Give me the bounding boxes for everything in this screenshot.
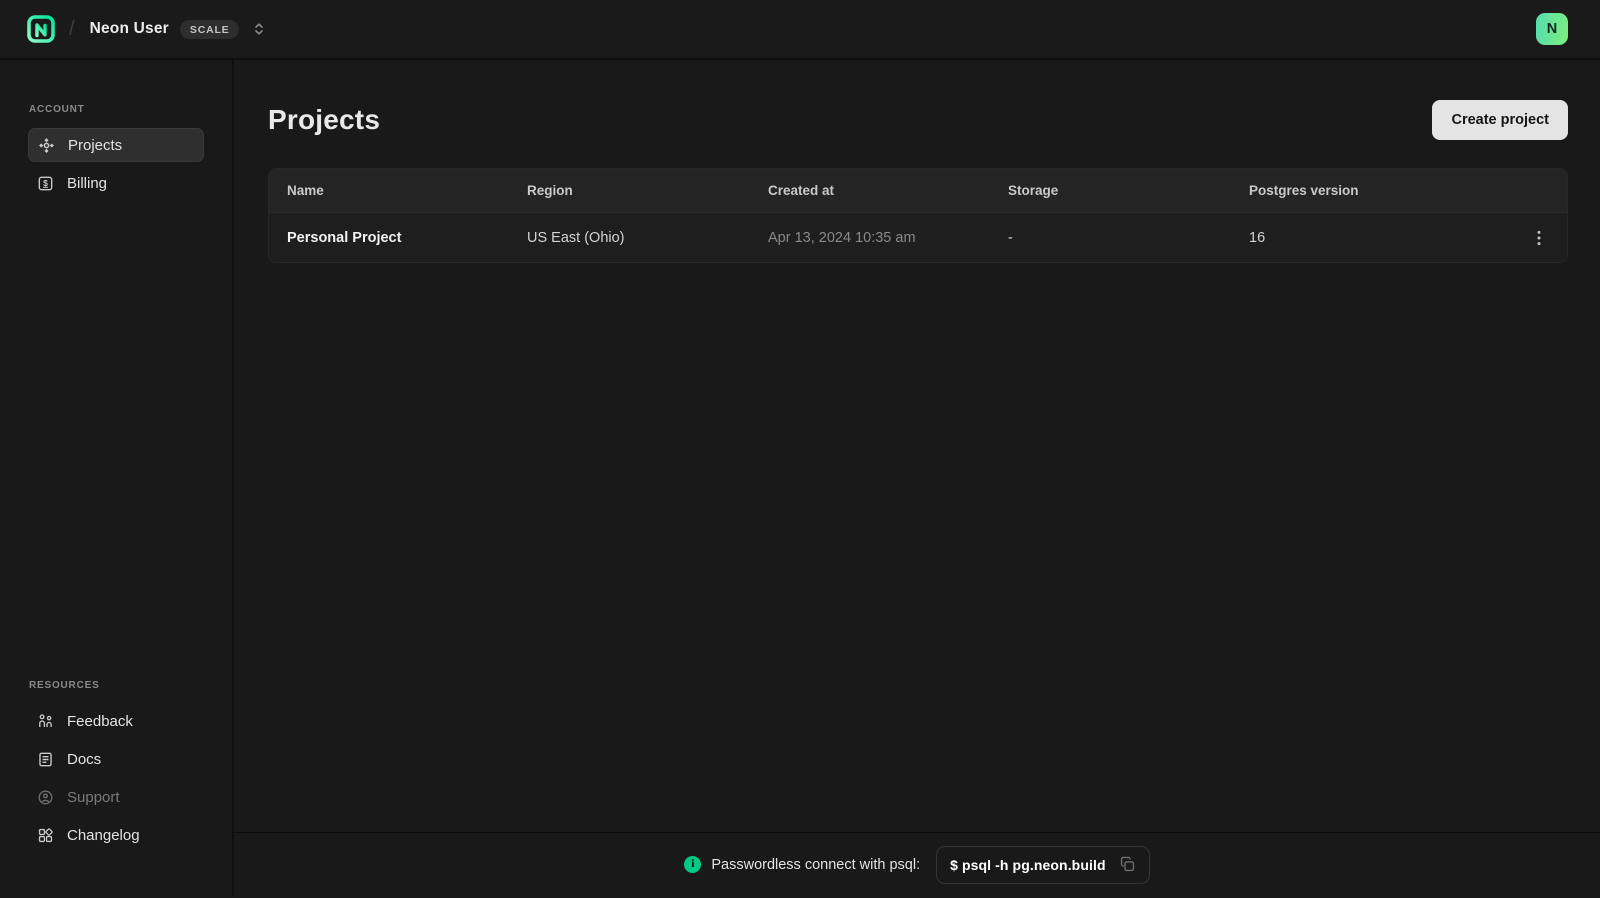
project-postgres-version-cell: 16: [1249, 229, 1266, 246]
chevron-updown-icon: [252, 22, 266, 36]
sidebar-item-changelog[interactable]: Changelog: [28, 818, 204, 852]
title-row: Projects Create project: [268, 100, 1568, 140]
sidebar-item-label: Billing: [67, 174, 108, 192]
sidebar-item-label: Docs: [67, 750, 102, 768]
row-actions-button[interactable]: [1524, 223, 1554, 253]
sidebar-resources-section: RESOURCES Feedback Docs Support Changelo…: [28, 680, 204, 856]
main-content: Projects Create project Name Region Crea…: [234, 60, 1600, 832]
sidebar-item-label: Feedback: [67, 712, 133, 730]
table-row[interactable]: Personal Project US East (Ohio) Apr 13, …: [269, 212, 1567, 262]
sidebar-section-resources-label: RESOURCES: [29, 680, 100, 691]
column-header-name: Name: [287, 183, 324, 198]
svg-text:$: $: [43, 178, 48, 188]
column-header-region: Region: [527, 183, 573, 198]
project-created-at-cell: Apr 13, 2024 10:35 am: [768, 229, 916, 246]
table-header-row: Name Region Created at Storage Postgres …: [269, 169, 1567, 212]
sidebar-item-label: Support: [67, 788, 120, 806]
psql-command-box[interactable]: $ psql -h pg.neon.build: [936, 845, 1150, 884]
sidebar-item-feedback[interactable]: Feedback: [28, 704, 204, 738]
sidebar-item-support[interactable]: Support: [28, 780, 204, 814]
changelog-icon: [37, 827, 54, 844]
plan-badge: SCALE: [179, 19, 240, 39]
billing-icon: $: [37, 175, 54, 192]
org-name[interactable]: Neon User: [90, 20, 169, 38]
user-avatar[interactable]: N: [1536, 13, 1568, 45]
project-storage-cell: -: [1008, 229, 1013, 246]
projects-table: Name Region Created at Storage Postgres …: [268, 168, 1568, 263]
sidebar-item-billing[interactable]: $ Billing: [28, 166, 204, 200]
create-project-button[interactable]: Create project: [1432, 100, 1568, 140]
sidebar-item-projects[interactable]: Projects: [28, 128, 204, 162]
topbar: / Neon User SCALE N: [0, 0, 1600, 60]
sidebar-item-label: Changelog: [67, 826, 140, 844]
info-icon: i: [684, 856, 702, 873]
column-header-postgres-version: Postgres version: [1249, 183, 1359, 198]
sidebar: ACCOUNT Projects $ Billing RESOURCES Fee…: [0, 60, 234, 896]
support-icon: [37, 789, 54, 806]
footer-connect-bar: i Passwordless connect with psql: $ psql…: [234, 832, 1600, 896]
column-header-created-at: Created at: [768, 183, 835, 198]
org-switcher-button[interactable]: [252, 22, 266, 36]
project-region-cell: US East (Ohio): [527, 229, 625, 246]
breadcrumb-separator: /: [69, 17, 75, 40]
footer-message: Passwordless connect with psql:: [711, 856, 921, 873]
feedback-icon: [37, 713, 54, 730]
column-header-storage: Storage: [1008, 183, 1059, 198]
sidebar-item-docs[interactable]: Docs: [28, 742, 204, 776]
psql-command-text: $ psql -h pg.neon.build: [950, 856, 1106, 873]
main-area: Projects Create project Name Region Crea…: [234, 60, 1600, 896]
neon-logo-icon[interactable]: [26, 14, 56, 44]
sidebar-section-account-label: ACCOUNT: [29, 104, 85, 115]
docs-icon: [37, 751, 54, 768]
app-layout: ACCOUNT Projects $ Billing RESOURCES Fee…: [0, 60, 1600, 896]
projects-icon: [38, 137, 55, 154]
page-title: Projects: [268, 104, 381, 135]
copy-icon[interactable]: [1119, 856, 1136, 873]
sidebar-item-label: Projects: [68, 136, 123, 154]
project-name-cell[interactable]: Personal Project: [287, 230, 527, 246]
kebab-menu-icon: [1537, 230, 1541, 246]
